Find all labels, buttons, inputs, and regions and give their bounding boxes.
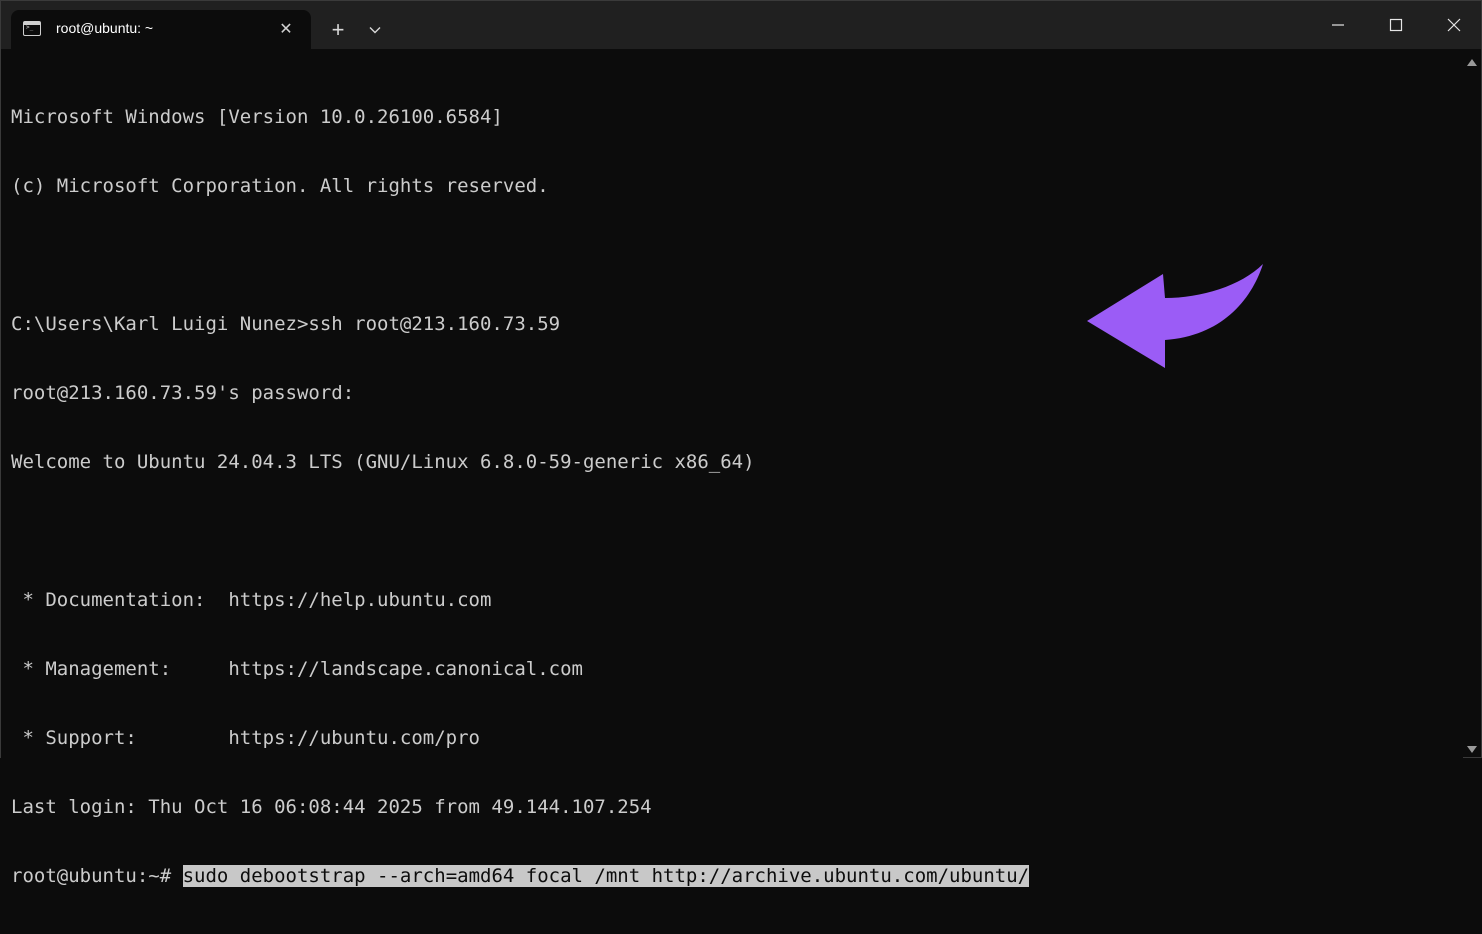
minimize-button[interactable] <box>1309 1 1367 49</box>
terminal-line: * Support: https://ubuntu.com/pro <box>11 727 480 749</box>
terminal-line: Last login: Thu Oct 16 06:08:44 2025 fro… <box>11 796 652 818</box>
close-button[interactable] <box>1425 1 1482 49</box>
close-icon <box>1447 18 1461 32</box>
chevron-down-icon <box>369 27 381 34</box>
command-line[interactable]: root@ubuntu:~# sudo debootstrap --arch=a… <box>11 865 1453 888</box>
scroll-up-arrow-icon[interactable] <box>1467 59 1477 66</box>
terminal-line: root@213.160.73.59's password: <box>11 382 355 404</box>
scroll-down-arrow-icon[interactable] <box>1467 746 1477 753</box>
minimize-icon <box>1332 24 1344 26</box>
terminal-line: Microsoft Windows [Version 10.0.26100.65… <box>11 106 503 128</box>
terminal-line: (c) Microsoft Corporation. All rights re… <box>11 175 549 197</box>
new-tab-button[interactable]: + <box>323 16 353 44</box>
scrollbar[interactable] <box>1461 49 1481 759</box>
terminal-window: root@ubuntu: ~ ✕ + Microsoft Windows [V <box>0 0 1482 887</box>
title-bar[interactable]: root@ubuntu: ~ ✕ + <box>1 1 1481 49</box>
terminal-output[interactable]: Microsoft Windows [Version 10.0.26100.65… <box>1 49 1463 887</box>
terminal-line: Welcome to Ubuntu 24.04.3 LTS (GNU/Linux… <box>11 451 755 473</box>
shell-prompt: root@ubuntu:~# <box>11 865 183 887</box>
terminal-line: * Documentation: https://help.ubuntu.com <box>11 589 492 611</box>
tab-title: root@ubuntu: ~ <box>56 20 154 36</box>
tab-close-button[interactable]: ✕ <box>275 18 297 40</box>
terminal-line: * Management: https://landscape.canonica… <box>11 658 583 680</box>
terminal-icon <box>23 21 41 36</box>
maximize-icon <box>1389 18 1403 32</box>
tab-root-ubuntu[interactable]: root@ubuntu: ~ ✕ <box>11 10 311 49</box>
tab-dropdown-button[interactable] <box>363 16 387 44</box>
selected-command[interactable]: sudo debootstrap --arch=amd64 focal /mnt… <box>182 865 1030 887</box>
annotation-arrow-icon <box>1087 264 1263 368</box>
maximize-button[interactable] <box>1367 1 1425 49</box>
